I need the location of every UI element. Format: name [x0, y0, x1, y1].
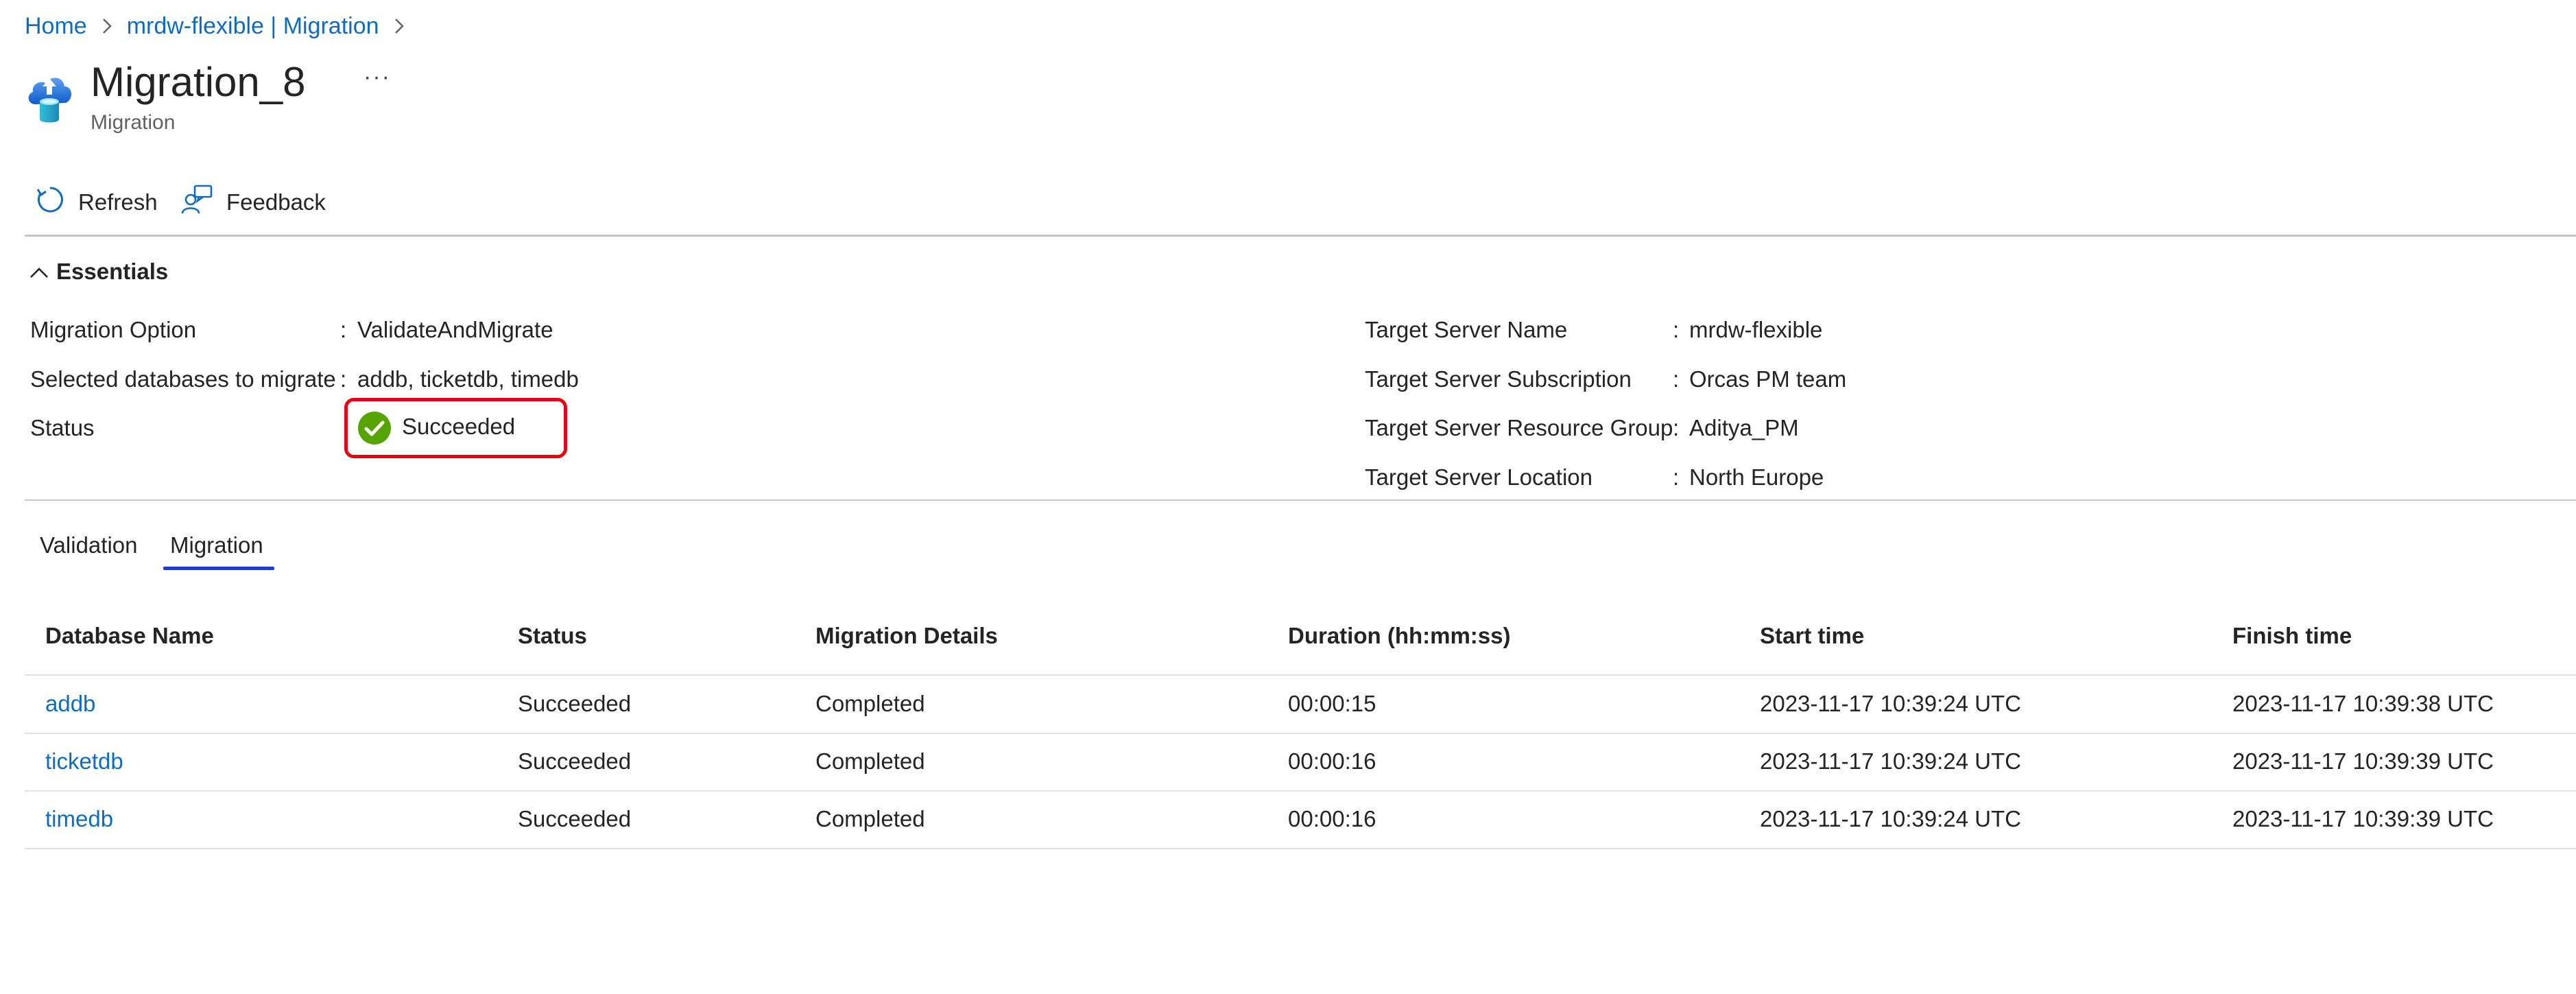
cloud-database-upload-icon: [25, 69, 74, 125]
target-server-resource-group-label: Target Server Resource Group: [1365, 415, 1673, 440]
row-start-time: 2023-11-17 10:39:24 UTC: [1760, 806, 2021, 831]
column-header-start-time[interactable]: Start time: [1760, 623, 1864, 649]
column-header-database-name[interactable]: Database Name: [45, 623, 214, 649]
target-server-location-value: North Europe: [1689, 464, 1824, 490]
column-header-migration-details[interactable]: Migration Details: [815, 623, 998, 649]
table-header-divider: [25, 674, 2576, 676]
colon: :: [1673, 464, 1680, 490]
target-server-location-label: Target Server Location: [1365, 464, 1593, 490]
page-title: Migration_8: [91, 59, 306, 105]
breadcrumb-migration-link[interactable]: mrdw-flexible | Migration: [127, 13, 379, 40]
row-duration: 00:00:15: [1288, 691, 1376, 716]
more-options-button[interactable]: ···: [363, 63, 391, 91]
selected-databases-label: Selected databases to migrate: [30, 366, 336, 392]
row-finish-time: 2023-11-17 10:39:39 UTC: [2232, 748, 2494, 774]
column-header-status[interactable]: Status: [518, 623, 587, 649]
page-subtitle: Migration: [91, 111, 176, 134]
essentials-label: Essentials: [56, 259, 169, 284]
selected-databases-value: addb, ticketdb, timedb: [357, 366, 579, 392]
colon: :: [340, 366, 347, 392]
target-server-subscription-value: Orcas PM team: [1689, 366, 1847, 392]
colon: :: [1673, 415, 1680, 440]
success-check-icon: [357, 411, 392, 445]
tab-selected-indicator: [163, 567, 274, 570]
refresh-icon: [34, 184, 78, 221]
database-name-link[interactable]: ticketdb: [45, 748, 123, 774]
row-migration-details: Completed: [815, 806, 925, 831]
chevron-up-icon: [29, 259, 56, 285]
row-duration: 00:00:16: [1288, 748, 1376, 774]
chevron-right-icon: [102, 18, 112, 34]
row-migration-details: Completed: [815, 691, 925, 716]
database-name-link[interactable]: timedb: [45, 806, 113, 832]
essentials-divider: [25, 499, 2576, 501]
colon: :: [1673, 317, 1680, 342]
status-value: Succeeded: [402, 414, 516, 439]
target-server-name-label: Target Server Name: [1365, 317, 1568, 342]
row-start-time: 2023-11-17 10:39:24 UTC: [1760, 748, 2021, 774]
breadcrumb: Home mrdw-flexible | Migration: [25, 10, 419, 43]
column-header-finish-time[interactable]: Finish time: [2232, 623, 2352, 649]
row-divider: [25, 733, 2576, 734]
toolbar-divider: [25, 235, 2576, 237]
migration-option-value: ValidateAndMigrate: [357, 317, 553, 342]
row-migration-details: Completed: [815, 748, 925, 774]
feedback-button[interactable]: Feedback: [181, 181, 326, 224]
row-duration: 00:00:16: [1288, 806, 1376, 831]
row-status: Succeeded: [518, 748, 632, 774]
refresh-label: Refresh: [78, 189, 158, 215]
row-finish-time: 2023-11-17 10:39:38 UTC: [2232, 691, 2494, 716]
row-divider: [25, 848, 2576, 849]
database-name-link[interactable]: addb: [45, 691, 95, 717]
feedback-person-icon: [181, 183, 226, 222]
target-server-resource-group-value: Aditya_PM: [1689, 415, 1799, 440]
feedback-label: Feedback: [226, 189, 326, 215]
status-label: Status: [30, 415, 95, 440]
refresh-button[interactable]: Refresh: [34, 181, 158, 224]
chevron-right-icon: [394, 18, 404, 34]
row-divider: [25, 790, 2576, 792]
target-server-subscription-label: Target Server Subscription: [1365, 366, 1632, 392]
colon: :: [340, 317, 347, 342]
breadcrumb-home-link[interactable]: Home: [25, 13, 87, 40]
row-finish-time: 2023-11-17 10:39:39 UTC: [2232, 806, 2494, 831]
essentials-toggle[interactable]: Essentials: [29, 255, 168, 288]
colon: :: [1673, 366, 1680, 392]
tab-migration[interactable]: Migration: [170, 532, 263, 563]
row-status: Succeeded: [518, 806, 632, 831]
target-server-name-value: mrdw-flexible: [1689, 317, 1823, 342]
row-status: Succeeded: [518, 691, 632, 716]
column-header-duration[interactable]: Duration (hh:mm:ss): [1288, 623, 1511, 649]
tab-validation[interactable]: Validation: [40, 532, 138, 563]
row-start-time: 2023-11-17 10:39:24 UTC: [1760, 691, 2021, 716]
migration-option-label: Migration Option: [30, 317, 197, 342]
